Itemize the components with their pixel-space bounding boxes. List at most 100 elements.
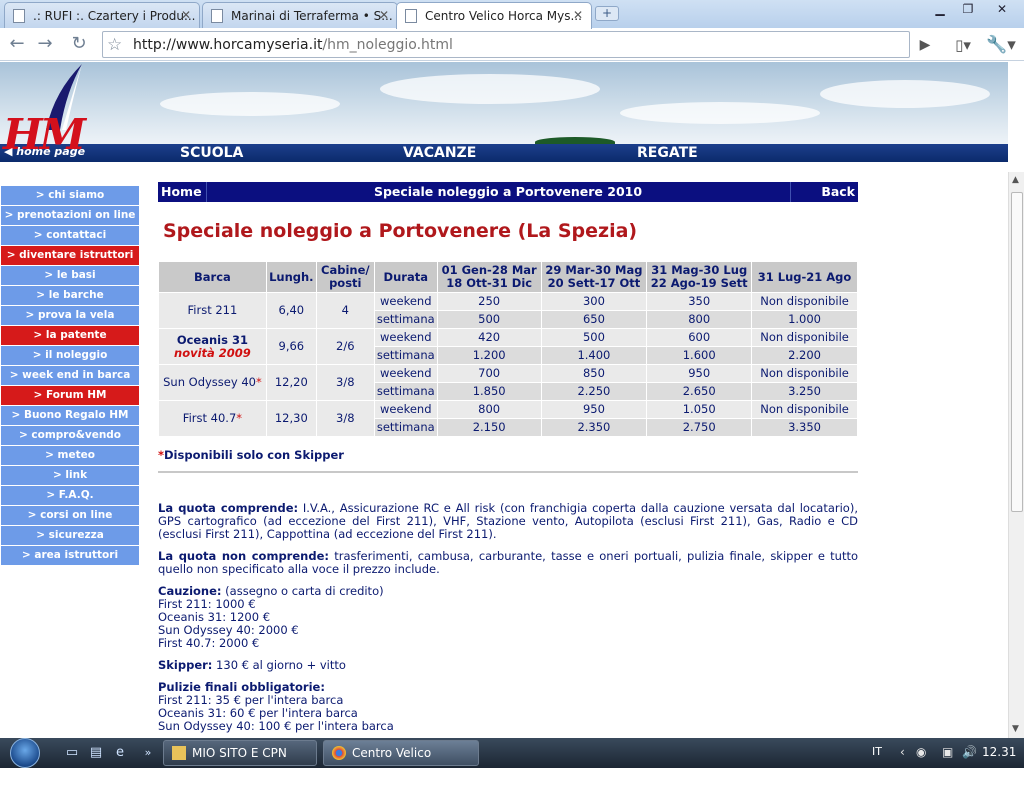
- wrench-icon[interactable]: 🔧▾: [984, 32, 1018, 58]
- menu-item[interactable]: > le barche: [1, 286, 139, 305]
- boat-name: Sun Odyssey 40: [163, 375, 256, 389]
- menu-item[interactable]: > corsi on line: [1, 506, 139, 525]
- column-header: Cabine/posti: [316, 262, 374, 292]
- price-cell: Non disponibile: [752, 401, 857, 418]
- taskbar-folder[interactable]: MIO SITO E CPN: [163, 740, 317, 766]
- skipper-text: 130 € al giorno + vitto: [212, 658, 346, 672]
- price-cell: 2.250: [541, 383, 647, 400]
- main-content: Home Speciale noleggio a Portovenere 201…: [158, 182, 858, 733]
- show-desktop-icon[interactable]: ▭: [64, 745, 80, 761]
- price-cell: 350: [647, 293, 752, 310]
- price-cell: 3.250: [752, 383, 857, 400]
- internet-explorer-icon[interactable]: e: [112, 745, 128, 761]
- explorer-icon[interactable]: ▤: [88, 745, 104, 761]
- bookmark-star-icon[interactable]: ☆: [107, 35, 122, 55]
- cauzione-text: (assegno o carta di credito): [221, 584, 384, 598]
- tab-marinai[interactable]: Marinai di Terraferma • S... ✕: [202, 2, 398, 28]
- language-indicator[interactable]: IT: [872, 745, 882, 758]
- duration-cell: weekend: [374, 401, 437, 418]
- cabins-cell: 2/6: [316, 329, 374, 364]
- scrollbar-thumb[interactable]: [1011, 192, 1023, 512]
- price-cell: 250: [437, 293, 541, 310]
- home-page-link[interactable]: ◀ home page: [4, 145, 85, 158]
- nonquota-paragraph: La quota non comprende: trasferimenti, c…: [158, 550, 858, 576]
- minimize-icon[interactable]: ▁: [926, 1, 954, 19]
- menu-item[interactable]: > Buono Regalo HM: [1, 406, 139, 425]
- cabins-cell: 3/8: [316, 401, 374, 436]
- boat-name: Oceanis 31: [176, 332, 248, 347]
- price-cell: 1.850: [437, 383, 541, 400]
- price-cell: Non disponibile: [752, 329, 857, 346]
- menu-item[interactable]: > sicurezza: [1, 526, 139, 545]
- close-window-icon[interactable]: ✕: [984, 1, 1020, 19]
- network-icon[interactable]: ▣: [942, 745, 953, 759]
- menu-item[interactable]: > prenotazioni on line: [1, 206, 139, 225]
- menu-item[interactable]: > contattaci: [1, 226, 139, 245]
- menu-item[interactable]: > area istruttori: [1, 546, 139, 565]
- duration-cell: weekend: [374, 329, 437, 346]
- price-cell: 800: [437, 401, 541, 418]
- table-row: First 40.7* 12,30 3/8 weekend 800 950 1.050 Non…: [159, 401, 857, 436]
- close-tab-icon[interactable]: ✕: [573, 8, 583, 22]
- price-cell: 800: [647, 311, 752, 328]
- back-link[interactable]: Back: [821, 182, 855, 202]
- page-icon: [405, 9, 417, 23]
- forward-icon[interactable]: →: [33, 32, 57, 56]
- page-menu-icon[interactable]: ▯▾: [948, 32, 978, 58]
- close-tab-icon[interactable]: ✕: [379, 8, 389, 22]
- menu-item[interactable]: > Forum HM: [1, 386, 139, 405]
- menu-item[interactable]: > la patente: [1, 326, 139, 345]
- cauzione-label: Cauzione:: [158, 584, 222, 598]
- price-cell: 950: [541, 401, 647, 418]
- price-cell: 650: [541, 311, 647, 328]
- nav-scuola[interactable]: SCUOLA: [180, 144, 243, 162]
- start-button[interactable]: [8, 738, 50, 768]
- tab-horca[interactable]: Centro Velico Horca Mys... ✕: [396, 2, 592, 29]
- scroll-up-icon[interactable]: ▲: [1012, 175, 1019, 185]
- volume-icon[interactable]: 🔊: [962, 745, 977, 759]
- back-icon[interactable]: ←: [5, 32, 29, 56]
- close-tab-icon[interactable]: ✕: [181, 8, 191, 22]
- reload-icon[interactable]: ↻: [67, 32, 91, 56]
- new-tab-button[interactable]: +: [595, 6, 619, 21]
- menu-item[interactable]: > compro&vendo: [1, 426, 139, 445]
- vertical-scrollbar[interactable]: ▲ ▼: [1008, 172, 1024, 738]
- maximize-icon[interactable]: ❐: [954, 1, 982, 19]
- menu-item[interactable]: > week end in barca: [1, 366, 139, 385]
- new-badge: novità 2009: [174, 345, 251, 360]
- quota-label: La quota comprende:: [158, 501, 299, 515]
- tray-expand-icon[interactable]: ‹: [900, 745, 905, 759]
- go-arrow-icon[interactable]: ▶: [912, 32, 938, 58]
- site-nav-bar: [0, 144, 1008, 162]
- nonquota-label: La quota non comprende:: [158, 549, 329, 563]
- price-cell: 950: [647, 365, 752, 382]
- taskbar: ▭ ▤ e » MIO SITO E CPN Centro Velico Hor…: [0, 738, 1024, 784]
- rates-table: Barca Lungh. Cabine/posti Durata 01 Gen-28 M…: [158, 261, 858, 437]
- menu-item[interactable]: > link: [1, 466, 139, 485]
- tray-app-icon[interactable]: ◉: [916, 745, 926, 759]
- left-menu: > chi siamo > prenotazioni on line > conta…: [1, 186, 139, 566]
- cauzione-line: Sun Odyssey 40: 2000 €: [158, 623, 299, 637]
- scroll-down-icon[interactable]: ▼: [1012, 724, 1019, 734]
- menu-item[interactable]: > meteo: [1, 446, 139, 465]
- address-bar[interactable]: ☆ http://www.horcamyseria.it/hm_noleggio…: [102, 31, 910, 58]
- column-header: 01 Gen-28 Mar 18 Ott-31 Dic: [437, 262, 541, 292]
- taskbar-chrome[interactable]: Centro Velico Horca...: [323, 740, 479, 784]
- table-row: Sun Odyssey 40* 12,20 3/8 weekend 700 850 950 N…: [159, 365, 857, 400]
- url-text: http://www.horcamyseria.it/hm_noleggio.h…: [133, 37, 453, 53]
- menu-item[interactable]: > chi siamo: [1, 186, 139, 205]
- more-icon[interactable]: »: [140, 745, 156, 761]
- menu-item[interactable]: > prova la vela: [1, 306, 139, 325]
- price-cell: 2.200: [752, 347, 857, 364]
- price-cell: 1.400: [541, 347, 647, 364]
- nav-regate[interactable]: REGATE: [637, 144, 698, 162]
- menu-item[interactable]: > le basi: [1, 266, 139, 285]
- page-viewport: HM ◀ home page SCUOLA VACANZE REGATE > c…: [0, 62, 1008, 738]
- menu-item[interactable]: > F.A.Q.: [1, 486, 139, 505]
- menu-item[interactable]: > diventare istruttori: [1, 246, 139, 265]
- nav-vacanze[interactable]: VACANZE: [403, 144, 476, 162]
- tab-rufi[interactable]: .: RUFI :. Czartery i Produ... ✕: [4, 2, 200, 28]
- menu-item[interactable]: > il noleggio: [1, 346, 139, 365]
- tab-label: Marinai di Terraferma • S...: [231, 9, 393, 23]
- duration-cell: settimana: [374, 419, 437, 436]
